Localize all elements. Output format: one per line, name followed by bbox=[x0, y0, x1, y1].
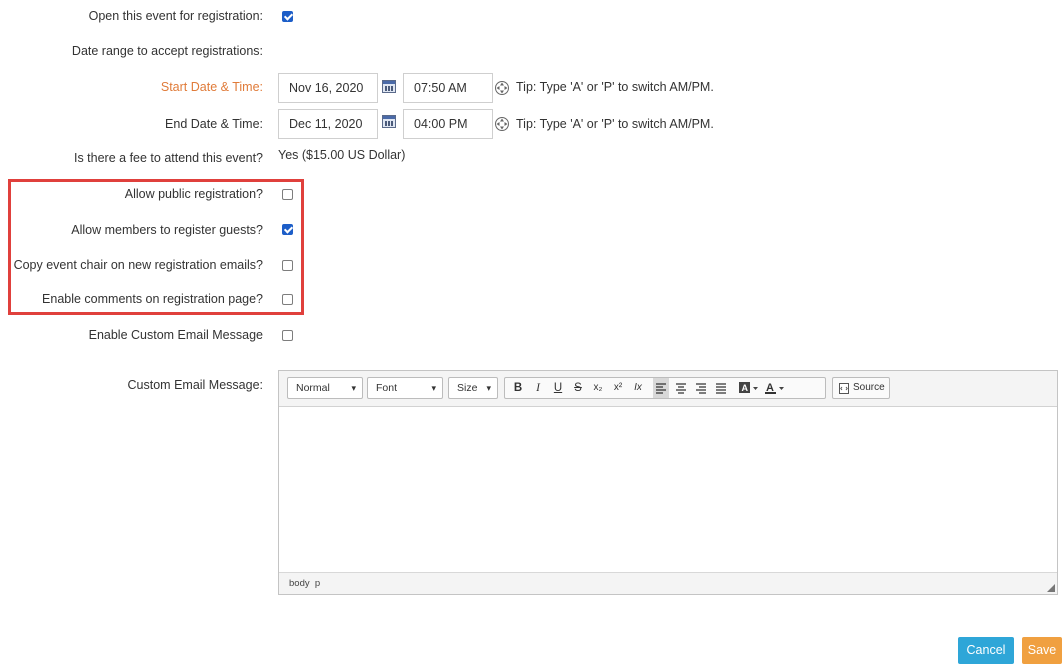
font-combo-value: Font bbox=[376, 382, 398, 394]
align-right-icon bbox=[696, 383, 706, 394]
fee-label: Is there a fee to attend this event? bbox=[73, 151, 263, 165]
save-button[interactable]: Save bbox=[1022, 637, 1062, 664]
text-color-icon: A bbox=[765, 382, 784, 394]
text-color-button[interactable]: A bbox=[763, 378, 787, 398]
background-color-button[interactable]: A bbox=[737, 378, 761, 398]
align-center-icon bbox=[676, 383, 686, 394]
superscript-button[interactable]: x² bbox=[610, 378, 626, 398]
enable-custom-email-checkbox[interactable] bbox=[282, 330, 293, 341]
allow-public-checkbox[interactable] bbox=[282, 189, 293, 200]
calendar-icon[interactable] bbox=[382, 115, 396, 128]
background-color-icon: A bbox=[739, 382, 758, 393]
format-combo-value: Normal bbox=[296, 382, 330, 394]
editor-status-path: body p bbox=[279, 572, 1057, 594]
copy-chair-label: Copy event chair on new registration ema… bbox=[13, 258, 263, 272]
formatting-toolbar-group: B I U S x₂ x² Ix A A bbox=[504, 377, 826, 399]
align-left-button[interactable] bbox=[653, 378, 669, 398]
allow-public-label: Allow public registration? bbox=[124, 187, 263, 201]
subscript-button[interactable]: x₂ bbox=[590, 378, 606, 398]
justify-icon bbox=[716, 383, 726, 394]
size-combo-value: Size bbox=[457, 382, 478, 394]
format-combo[interactable]: Normal ▾ bbox=[287, 377, 363, 399]
allow-guests-label: Allow members to register guests? bbox=[71, 223, 263, 237]
end-time-tip: Tip: Type 'A' or 'P' to switch AM/PM. bbox=[516, 117, 714, 131]
start-date-label: Start Date & Time: bbox=[160, 80, 263, 94]
justify-button[interactable] bbox=[713, 378, 729, 398]
element-path[interactable]: body p bbox=[289, 578, 320, 589]
enable-comments-checkbox[interactable] bbox=[282, 294, 293, 305]
chevron-down-icon: ▾ bbox=[431, 383, 436, 393]
custom-email-label: Custom Email Message: bbox=[127, 378, 263, 392]
enable-custom-email-label: Enable Custom Email Message bbox=[88, 328, 263, 342]
chevron-down-icon: ▾ bbox=[486, 383, 491, 393]
svg-text:A: A bbox=[742, 383, 749, 393]
time-spinner-icon[interactable] bbox=[494, 80, 510, 96]
cancel-button[interactable]: Cancel bbox=[958, 637, 1014, 664]
end-time-input[interactable]: 04:00 PM bbox=[403, 109, 493, 139]
source-icon bbox=[839, 383, 849, 394]
strikethrough-button[interactable]: S bbox=[570, 378, 586, 398]
enable-comments-label: Enable comments on registration page? bbox=[42, 292, 263, 306]
underline-button[interactable]: U bbox=[550, 378, 566, 398]
end-date-input[interactable]: Dec 11, 2020 bbox=[278, 109, 378, 139]
align-center-button[interactable] bbox=[673, 378, 689, 398]
start-date-input[interactable]: Nov 16, 2020 bbox=[278, 73, 378, 103]
source-button[interactable]: Source bbox=[832, 377, 890, 399]
align-right-button[interactable] bbox=[693, 378, 709, 398]
size-combo[interactable]: Size ▾ bbox=[448, 377, 498, 399]
start-time-tip: Tip: Type 'A' or 'P' to switch AM/PM. bbox=[516, 80, 714, 94]
date-range-label: Date range to accept registrations: bbox=[71, 44, 263, 58]
open-registration-checkbox[interactable] bbox=[282, 11, 293, 22]
allow-guests-checkbox[interactable] bbox=[282, 224, 293, 235]
chevron-down-icon: ▾ bbox=[351, 383, 356, 393]
remove-format-button[interactable]: Ix bbox=[630, 378, 646, 398]
editor-toolbar: Normal ▾ Font ▾ Size ▾ B I U S x₂ x² Ix bbox=[279, 371, 1057, 407]
copy-chair-checkbox[interactable] bbox=[282, 260, 293, 271]
resize-handle-icon[interactable] bbox=[1047, 584, 1055, 592]
calendar-icon[interactable] bbox=[382, 80, 396, 93]
start-time-input[interactable]: 07:50 AM bbox=[403, 73, 493, 103]
italic-button[interactable]: I bbox=[530, 378, 546, 398]
source-label: Source bbox=[853, 382, 885, 393]
rich-text-editor: Normal ▾ Font ▾ Size ▾ B I U S x₂ x² Ix bbox=[278, 370, 1058, 595]
open-registration-label: Open this event for registration: bbox=[88, 9, 263, 23]
end-date-label: End Date & Time: bbox=[165, 117, 263, 131]
fee-value: Yes ($15.00 US Dollar) bbox=[278, 148, 406, 162]
bold-button[interactable]: B bbox=[510, 378, 526, 398]
align-left-icon bbox=[656, 383, 666, 394]
editor-content-area[interactable] bbox=[279, 407, 1057, 572]
font-combo[interactable]: Font ▾ bbox=[367, 377, 443, 399]
time-spinner-icon[interactable] bbox=[494, 116, 510, 132]
